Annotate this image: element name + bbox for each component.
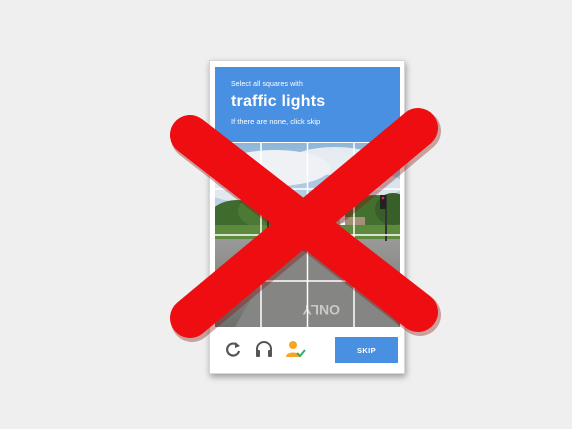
captcha-hint: If there are none, click skip: [231, 117, 321, 126]
captcha-footer: SKIP: [215, 327, 400, 371]
user-check-icon[interactable]: [285, 339, 306, 359]
headphones-icon[interactable]: [254, 339, 274, 359]
captcha-image-grid[interactable]: ONLY: [215, 143, 400, 327]
captcha-target: traffic lights: [231, 93, 326, 110]
street-photo: ONLY: [215, 143, 400, 327]
captcha-widget: Select all squares with traffic lights I…: [209, 60, 405, 374]
captcha-header: Select all squares with traffic lights I…: [215, 67, 400, 142]
captcha-instruction: Select all squares with: [231, 81, 303, 88]
reload-icon[interactable]: [223, 339, 243, 359]
skip-button[interactable]: SKIP: [335, 337, 398, 363]
